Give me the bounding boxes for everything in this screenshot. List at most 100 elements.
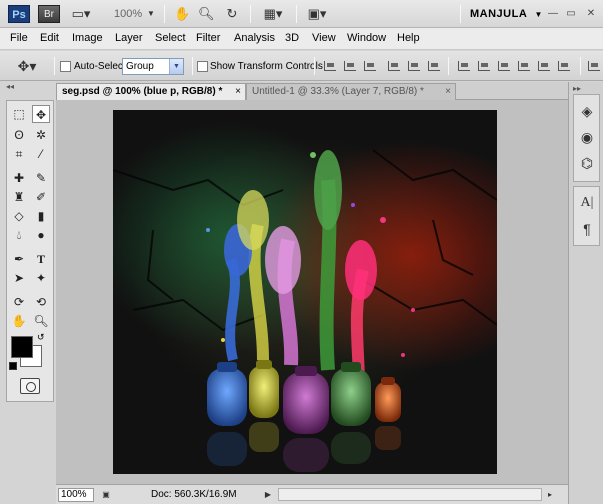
align-horizontal-center-icon[interactable] <box>408 61 420 71</box>
status-preview-icon[interactable]: ▣ <box>100 488 112 501</box>
status-bar: 100% ▣ Doc: 560.3K/16.9M ▶ ▸ <box>56 484 568 504</box>
zoom-level-field[interactable]: 100% <box>58 488 94 502</box>
menu-layer[interactable]: Layer <box>115 32 143 44</box>
gradient-tool-icon[interactable]: ▮ <box>32 207 50 225</box>
magic-wand-tool-icon[interactable]: ✲ <box>32 126 50 144</box>
menu-file[interactable]: File <box>10 32 28 44</box>
panel-group-type: A| ¶ <box>573 186 600 246</box>
options-bar: ✥▾ Auto-Select: Group ▼ Show Transform C… <box>0 51 603 81</box>
tab-seg-psd[interactable]: seg.psd @ 100% (blue p, RGB/8) * × <box>56 83 246 100</box>
maximize-icon[interactable]: ▭ <box>564 7 578 20</box>
blur-tool-icon[interactable]: 💧︎ <box>10 226 28 244</box>
show-transform-checkbox[interactable] <box>197 61 208 72</box>
menu-image[interactable]: Image <box>72 32 103 44</box>
align-right-icon[interactable] <box>428 61 440 71</box>
align-bottom-icon[interactable] <box>364 61 376 71</box>
quick-mask-button[interactable] <box>20 378 40 394</box>
auto-align-layers-icon[interactable] <box>588 61 600 71</box>
layers-panel-icon[interactable]: ◈ <box>577 101 597 121</box>
hand-tool-icon[interactable]: ✋ <box>10 312 28 330</box>
status-menu-arrow[interactable]: ▶ <box>262 488 274 501</box>
toolbar-divider <box>164 5 165 23</box>
menu-filter[interactable]: Filter <box>196 32 220 44</box>
distribute-center-icon[interactable] <box>478 61 490 71</box>
zoom-level-menu[interactable]: 100% <box>114 8 142 20</box>
tab-untitled-1[interactable]: Untitled-1 @ 33.3% (Layer 7, RGB/8) * × <box>246 83 456 100</box>
distribute-left-icon[interactable] <box>518 61 530 71</box>
view-extras-icon[interactable]: ▭▾ <box>70 6 92 22</box>
align-top-icon[interactable] <box>324 61 336 71</box>
menu-help[interactable]: Help <box>397 32 420 44</box>
paths-panel-icon[interactable]: ⌬ <box>577 153 597 173</box>
screen-mode-icon[interactable]: ▣▾ <box>302 6 332 22</box>
minimize-icon[interactable]: — <box>546 7 560 20</box>
align-vertical-center-icon[interactable] <box>344 61 356 71</box>
document-tab-bar: seg.psd @ 100% (blue p, RGB/8) * × Untit… <box>56 82 568 100</box>
collapse-panel-icon[interactable]: ◂◂ <box>6 82 54 91</box>
artwork-image[interactable] <box>113 110 497 474</box>
auto-select-dropdown[interactable]: Group ▼ <box>122 58 184 75</box>
dodge-tool-icon[interactable]: ● <box>32 226 50 244</box>
menu-analysis[interactable]: Analysis <box>234 32 275 44</box>
crack-texture <box>113 149 497 332</box>
menu-select[interactable]: Select <box>155 32 186 44</box>
menu-3d[interactable]: 3D <box>285 32 299 44</box>
workspace-switcher[interactable]: MANJULA ▼ <box>470 8 543 20</box>
distribute-horizontal-icon[interactable] <box>538 61 550 71</box>
pen-tool-icon[interactable]: ✒ <box>10 250 28 268</box>
chevron-down-icon: ▼ <box>534 10 543 19</box>
auto-select-checkbox[interactable] <box>60 61 71 72</box>
path-selection-tool-icon[interactable]: ➤ <box>10 269 28 287</box>
character-panel-icon[interactable]: A| <box>577 193 597 213</box>
move-tool-preset-icon[interactable]: ✥▾ <box>14 58 40 74</box>
horizontal-scrollbar[interactable] <box>278 488 542 501</box>
toolbar-divider <box>296 5 297 23</box>
arrange-documents-icon[interactable]: ▦▾ <box>258 6 288 22</box>
toolbar-divider <box>54 57 55 75</box>
tab-label: seg.psd @ 100% (blue p, RGB/8) * <box>62 86 223 97</box>
hand-tool-icon[interactable]: ✋ <box>174 6 190 22</box>
swap-colors-icon[interactable]: ↺ <box>37 332 45 343</box>
close-icon[interactable]: ✕ <box>584 7 598 20</box>
distribute-bottom-icon[interactable] <box>498 61 510 71</box>
3d-rotate-tool-icon[interactable]: ⟳ <box>10 293 28 311</box>
zoom-tool-icon[interactable]: 🔍︎ <box>32 312 50 330</box>
menu-window[interactable]: Window <box>347 32 386 44</box>
3d-orbit-tool-icon[interactable]: ⟲ <box>32 293 50 311</box>
move-tool-icon[interactable]: ✥ <box>32 105 50 123</box>
align-left-icon[interactable] <box>388 61 400 71</box>
close-tab-icon[interactable]: × <box>235 84 241 100</box>
lasso-tool-icon[interactable]: ʘ <box>10 126 28 144</box>
document-canvas-area[interactable] <box>56 100 568 484</box>
default-colors-icon[interactable] <box>9 362 17 370</box>
foreground-color-swatch[interactable] <box>11 336 33 358</box>
type-tool-icon[interactable]: T <box>32 250 50 268</box>
toolbar-divider <box>250 5 251 23</box>
history-brush-tool-icon[interactable]: ✐ <box>32 188 50 206</box>
crop-tool-icon[interactable]: ⌗ <box>10 145 28 163</box>
paragraph-panel-icon[interactable]: ¶ <box>577 219 597 239</box>
chevron-down-icon[interactable]: ▼ <box>146 6 156 22</box>
menu-view[interactable]: View <box>312 32 336 44</box>
vase-purple <box>283 366 329 434</box>
channels-panel-icon[interactable]: ◉ <box>577 127 597 147</box>
custom-shape-tool-icon[interactable]: ✦ <box>32 269 50 287</box>
panel-dock: ▸▸ ◈ ◉ ⌬ A| ¶ <box>568 82 603 504</box>
brush-tool-icon[interactable]: ✎ <box>32 169 50 187</box>
document-size-info: Doc: 560.3K/16.9M <box>151 489 237 500</box>
launch-bridge-button[interactable]: Br <box>38 5 60 23</box>
menu-edit[interactable]: Edit <box>40 32 59 44</box>
zoom-tool-icon[interactable]: 🔍︎ <box>198 6 215 22</box>
distribute-top-icon[interactable] <box>458 61 470 71</box>
healing-brush-tool-icon[interactable]: ✚ <box>10 169 28 187</box>
close-tab-icon[interactable]: × <box>445 84 451 100</box>
rotate-view-icon[interactable]: ↻ <box>224 6 240 22</box>
scroll-right-icon[interactable]: ▸ <box>544 488 556 501</box>
eraser-tool-icon[interactable]: ◇ <box>10 207 28 225</box>
eyedropper-tool-icon[interactable]: ⁄ <box>32 145 50 163</box>
workspace-name: MANJULA <box>470 8 527 20</box>
clone-stamp-tool-icon[interactable]: ♜ <box>10 188 28 206</box>
expand-panels-icon[interactable]: ▸▸ <box>573 84 581 93</box>
distribute-right-icon[interactable] <box>558 61 570 71</box>
marquee-tool-icon[interactable]: ⬚ <box>10 105 28 123</box>
